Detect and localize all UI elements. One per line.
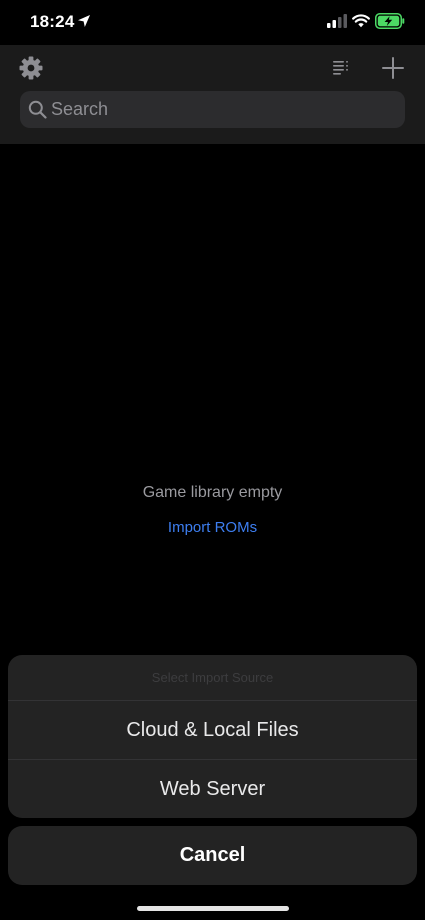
status-time: 18:24 — [30, 12, 75, 31]
empty-library-message: Game library empty — [142, 484, 283, 501]
import-source-action-sheet: Select Import Source Cloud & Local Files… — [8, 655, 417, 818]
wifi-icon — [352, 14, 370, 28]
search-bar[interactable] — [20, 91, 405, 128]
signal-icon — [327, 14, 347, 28]
status-bar: 18:24 — [0, 0, 425, 45]
cloud-local-files-option[interactable]: Cloud & Local Files — [8, 701, 417, 759]
import-roms-link[interactable]: Import ROMs — [0, 519, 425, 536]
nav-toolbar — [0, 45, 425, 144]
search-icon — [28, 100, 47, 119]
search-input[interactable] — [51, 91, 391, 128]
location-icon — [78, 15, 90, 27]
add-icon[interactable] — [382, 57, 404, 79]
action-sheet-title: Select Import Source — [151, 670, 274, 685]
sort-icon[interactable] — [333, 59, 351, 75]
cancel-button[interactable]: Cancel — [8, 826, 417, 885]
battery-charging-icon — [375, 13, 405, 29]
screen: 18:24 Search Game library empty Import R… — [0, 0, 425, 920]
web-server-option[interactable]: Web Server — [8, 760, 417, 818]
home-indicator[interactable] — [137, 906, 289, 911]
gear-icon[interactable] — [19, 56, 43, 80]
